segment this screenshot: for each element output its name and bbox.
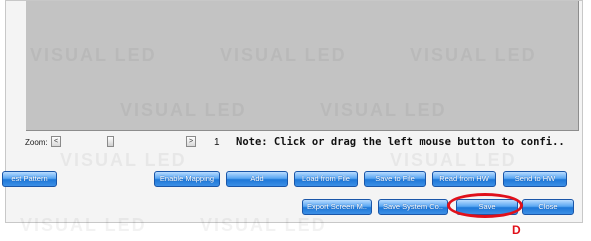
enable-mapping-button[interactable]: Enable Mapping: [154, 171, 220, 187]
instruction-note: Note: Click or drag the left mouse butto…: [236, 136, 565, 148]
load-from-file-button[interactable]: Load from File: [294, 171, 358, 187]
scroll-right-button[interactable]: >: [186, 136, 196, 147]
callout-letter: D: [512, 223, 521, 237]
send-to-hw-button[interactable]: Send to HW: [503, 171, 567, 187]
chevron-left-icon: <: [53, 138, 59, 145]
scroll-thumb[interactable]: [107, 136, 114, 147]
close-button[interactable]: Close: [522, 199, 574, 215]
window-frame: Zoom: < > 1 Note: Click or drag the left…: [5, 0, 583, 223]
chevron-right-icon: >: [188, 138, 194, 145]
test-pattern-button[interactable]: est Pattern: [2, 171, 57, 187]
scroll-left-button[interactable]: <: [51, 136, 61, 147]
zoom-label: Zoom:: [25, 138, 48, 147]
preview-canvas[interactable]: [26, 1, 579, 131]
save-to-file-button[interactable]: Save to File: [364, 171, 426, 187]
zoom-scrollbar[interactable]: < >: [51, 136, 196, 147]
export-screen-button[interactable]: Export Screen M..: [302, 199, 372, 215]
read-from-hw-button[interactable]: Read from HW: [432, 171, 496, 187]
save-system-config-button[interactable]: Save System Co..: [378, 199, 448, 215]
save-highlight-circle: [447, 193, 523, 218]
add-button[interactable]: Add: [226, 171, 288, 187]
zoom-value: 1: [214, 137, 220, 148]
